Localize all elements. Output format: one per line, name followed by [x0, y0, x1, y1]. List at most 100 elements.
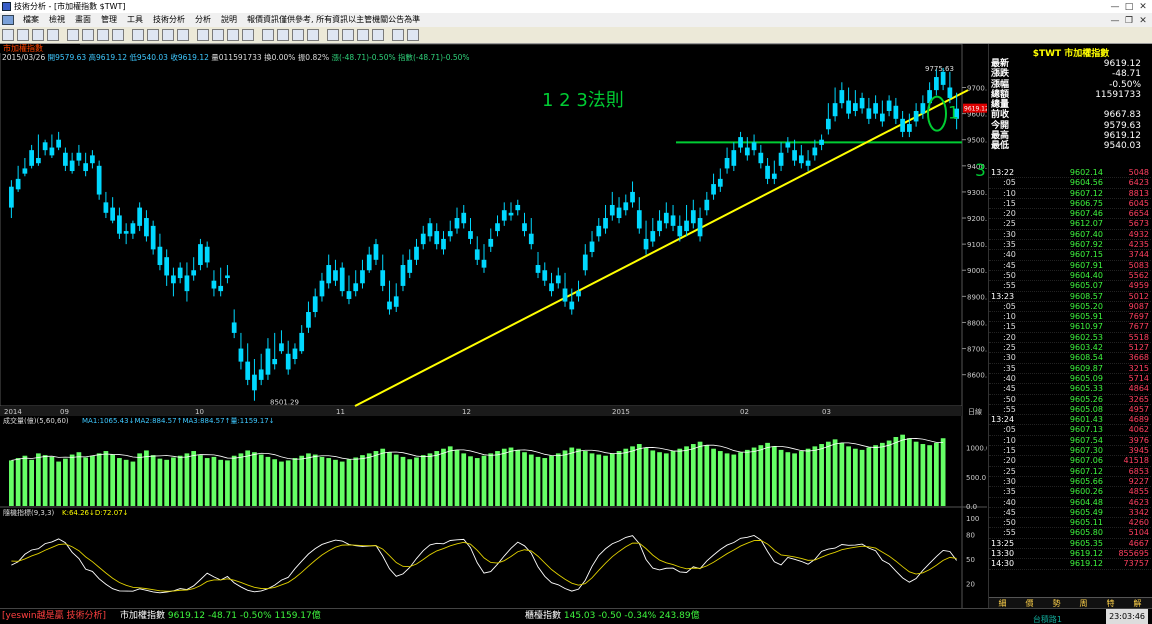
tick-row[interactable]: 14:30 9619.12 73757 — [989, 559, 1152, 570]
tick-row[interactable]: :40 9605.09 5714 — [989, 374, 1152, 385]
open-icon[interactable] — [2, 29, 14, 41]
tick-row[interactable]: :35 9600.26 4855 — [989, 487, 1152, 498]
tick-row[interactable]: :50 9605.11 4260 — [989, 518, 1152, 529]
candle-body — [427, 223, 433, 237]
tick-row[interactable]: :55 9605.80 5104 — [989, 528, 1152, 539]
tick-price: 9607.12 — [1069, 188, 1103, 198]
bar-icon[interactable] — [147, 29, 159, 41]
tick-row[interactable]: :45 9605.49 3342 — [989, 508, 1152, 519]
date-axis-label: 02 — [740, 408, 749, 416]
period-icon[interactable] — [97, 29, 109, 41]
tick-row[interactable]: :45 9607.91 5083 — [989, 261, 1152, 271]
line2-icon[interactable] — [262, 29, 274, 41]
candle-body — [373, 244, 379, 260]
tick-row[interactable]: :10 9607.54 3976 — [989, 436, 1152, 447]
layout2-icon[interactable] — [177, 29, 189, 41]
tick-row[interactable]: :55 9605.08 4957 — [989, 405, 1152, 416]
tick-row[interactable]: :25 9603.42 5127 — [989, 343, 1152, 354]
tick-row[interactable]: :30 9608.54 3668 — [989, 353, 1152, 364]
tick-time: :25 — [1003, 343, 1016, 353]
menu-item-5[interactable]: 技術分析 — [148, 13, 190, 27]
menu-item-8[interactable]: 報價資訊僅供參考, 所有資訊以主管機關公告為準 — [242, 13, 425, 27]
tick-row[interactable]: 13:24 9601.43 4689 — [989, 415, 1152, 426]
menu-item-0[interactable]: 檔案 — [18, 13, 44, 27]
volume-bar — [940, 438, 946, 506]
tick-price: 9607.13 — [1069, 425, 1103, 435]
tick-row[interactable]: :05 9605.20 9087 — [989, 302, 1152, 313]
child-minimize-icon[interactable]: — — [1108, 14, 1122, 28]
tick-row[interactable]: :45 9605.33 4864 — [989, 384, 1152, 395]
tick-row[interactable]: 13:23 9608.57 5012 — [989, 292, 1152, 302]
tick-time: :50 — [1003, 394, 1016, 404]
volume-bar — [225, 460, 230, 506]
tick-row[interactable]: :05 9607.13 4062 — [989, 425, 1152, 436]
tick-row[interactable]: :40 9604.48 4623 — [989, 498, 1152, 508]
child-restore-icon[interactable]: ❐ — [1122, 14, 1136, 28]
tick-row[interactable]: :25 9612.07 5673 — [989, 219, 1152, 230]
circle-icon[interactable] — [277, 29, 289, 41]
tick-time: :45 — [1003, 384, 1016, 394]
menu-item-6[interactable]: 分析 — [190, 13, 216, 27]
tick-row[interactable]: :15 9606.75 6045 — [989, 199, 1152, 210]
candle-icon[interactable] — [132, 29, 144, 41]
candle-body — [792, 150, 797, 161]
volume-bar — [832, 439, 838, 506]
tick-row[interactable]: :20 9607.06 41518 — [989, 456, 1152, 467]
candle-body — [191, 270, 197, 276]
tick-row[interactable]: :35 9609.87 3215 — [989, 364, 1152, 374]
tool2-icon[interactable] — [342, 29, 354, 41]
zoom-in-icon[interactable] — [67, 29, 79, 41]
tick-row[interactable]: :15 9607.30 3945 — [989, 446, 1152, 457]
volume-bar — [819, 444, 824, 506]
print-icon[interactable] — [392, 29, 404, 41]
tick-row[interactable]: :15 9610.97 7677 — [989, 322, 1152, 333]
candle-body — [245, 361, 251, 380]
menu-item-7[interactable]: 說明 — [216, 13, 242, 27]
tick-row[interactable]: :20 9602.53 5518 — [989, 333, 1152, 344]
mdi-icon[interactable] — [2, 15, 14, 25]
menu-item-3[interactable]: 管理 — [96, 13, 122, 27]
price-axis-label: 9300.0 — [967, 189, 987, 197]
tick-row[interactable]: :10 9607.12 8813 — [989, 189, 1152, 199]
color-icon[interactable] — [357, 29, 369, 41]
tool1-icon[interactable] — [327, 29, 339, 41]
cursor-icon[interactable] — [32, 29, 44, 41]
tick-row[interactable]: :30 9607.40 4932 — [989, 230, 1152, 241]
tick-row[interactable]: :30 9605.66 9227 — [989, 477, 1152, 488]
tick-row[interactable]: :25 9607.12 6853 — [989, 467, 1152, 477]
tick-row[interactable]: :40 9607.15 3744 — [989, 250, 1152, 261]
list-icon[interactable] — [212, 29, 224, 41]
menu-item-1[interactable]: 檢視 — [44, 13, 70, 27]
price-chart[interactable]: 9700.09600.09500.09400.09300.09200.09100… — [0, 43, 992, 608]
tick-row[interactable]: :35 9607.92 4235 — [989, 240, 1152, 251]
tick-row[interactable]: :50 9605.26 3265 — [989, 395, 1152, 405]
candle-body — [751, 142, 757, 151]
tick-row[interactable]: :05 9604.56 6423 — [989, 178, 1152, 189]
save-icon[interactable] — [407, 29, 419, 41]
layout1-icon[interactable] — [162, 29, 174, 41]
tick-row[interactable]: :10 9605.91 7697 — [989, 312, 1152, 323]
menu-item-4[interactable]: 工具 — [122, 13, 148, 27]
tick-row[interactable]: 13:30 9619.12 855695 — [989, 549, 1152, 560]
tick-list[interactable]: 13:22 9602.14 5048:05 9604.56 6423:10 9607.12… — [989, 168, 1152, 570]
text-icon[interactable] — [292, 29, 304, 41]
zoom-out-icon[interactable] — [82, 29, 94, 41]
move-icon[interactable] — [17, 29, 29, 41]
quote-value: 9619.12 — [1103, 131, 1141, 142]
child-close-icon[interactable]: ✕ — [1136, 14, 1150, 28]
tick-row[interactable]: :50 9604.40 5562 — [989, 271, 1152, 282]
tick-row[interactable]: :55 9605.07 4959 — [989, 281, 1152, 292]
layout3-icon[interactable] — [197, 29, 209, 41]
undo-icon[interactable] — [307, 29, 319, 41]
tick-row[interactable]: 13:22 9602.14 5048 — [989, 168, 1152, 179]
grid-icon[interactable] — [112, 29, 124, 41]
line-icon[interactable] — [242, 29, 254, 41]
tick-row[interactable]: :20 9607.46 6654 — [989, 209, 1152, 220]
draw-icon[interactable] — [227, 29, 239, 41]
grid2-icon[interactable] — [372, 29, 384, 41]
select-icon[interactable] — [47, 29, 59, 41]
menu-item-2[interactable]: 畫面 — [70, 13, 96, 27]
last-price-tag: 9619.12 — [964, 106, 987, 113]
tick-time: :20 — [1003, 209, 1016, 219]
tick-row[interactable]: 13:25 9605.35 4667 — [989, 539, 1152, 549]
